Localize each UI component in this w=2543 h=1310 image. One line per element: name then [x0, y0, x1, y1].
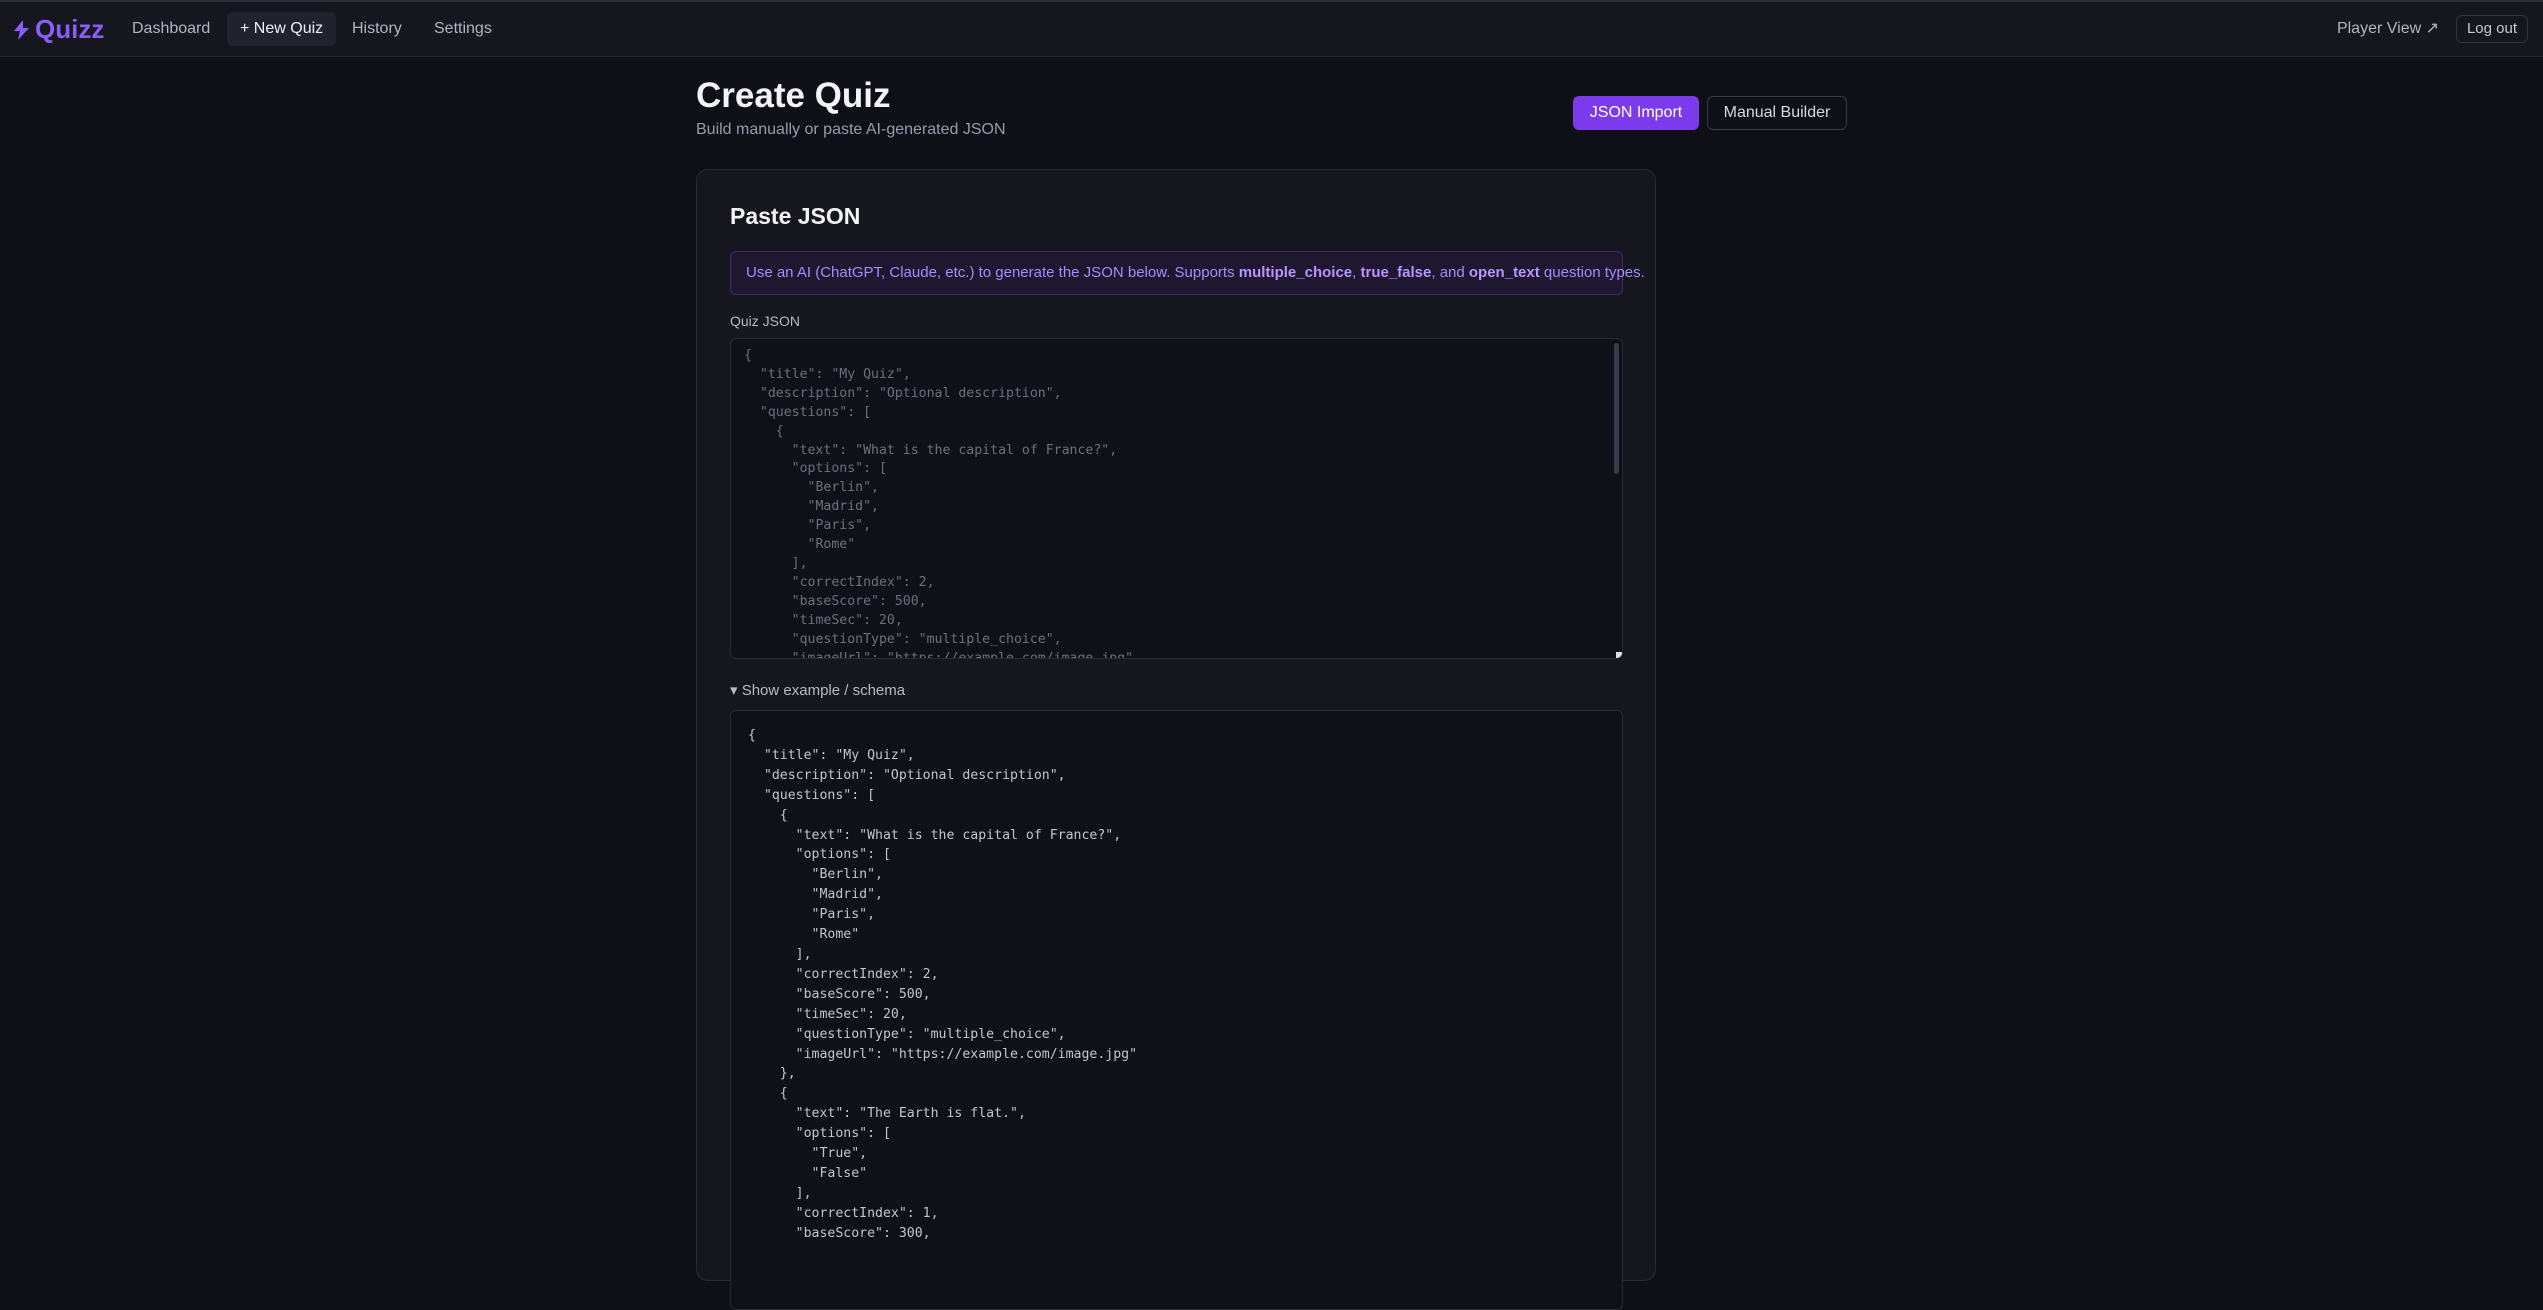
json-import-button[interactable]: JSON Import	[1573, 96, 1699, 130]
top-navbar: Quizz Dashboard + New Quiz History Setti…	[0, 2, 2543, 57]
nav-new-quiz[interactable]: + New Quiz	[227, 12, 337, 46]
player-view-link[interactable]: Player View ↗	[2337, 12, 2439, 46]
show-example-toggle[interactable]: ▾ Show example / schema	[730, 681, 905, 699]
nav-dashboard[interactable]: Dashboard	[119, 12, 223, 46]
page-title: Create Quiz	[696, 76, 891, 115]
info-banner: Use an AI (ChatGPT, Claude, etc.) to gen…	[730, 251, 1645, 295]
textarea-scrollbar[interactable]	[1614, 343, 1619, 474]
quiz-json-textarea[interactable]: { "title": "My Quiz", "description": "Op…	[730, 338, 1623, 659]
textarea-resize-handle[interactable]	[1616, 652, 1622, 658]
paste-json-card: Paste JSON Use an AI (ChatGPT, Claude, e…	[696, 169, 1656, 1310]
example-json-code: { "title": "My Quiz", "description": "Op…	[748, 728, 1138, 1241]
brand-logo[interactable]: Quizz	[14, 14, 104, 45]
json-placeholder-text: { "title": "My Quiz", "description": "Op…	[744, 348, 1134, 659]
info-text-prefix: Use an AI (ChatGPT, Claude, etc.) to gen…	[746, 264, 1239, 281]
card-title: Paste JSON	[730, 203, 861, 229]
logout-button[interactable]: Log out	[2455, 15, 2528, 43]
page-subtitle: Build manually or paste AI-generated JSO…	[696, 121, 1006, 138]
type-multiple-choice: multiple_choice	[1238, 264, 1353, 281]
info-sep-2: , and	[1431, 264, 1469, 281]
info-text-suffix: question types.	[1539, 264, 1645, 281]
lightning-bolt-icon	[14, 19, 29, 40]
quiz-json-label: Quiz JSON	[730, 313, 801, 329]
example-schema-block: { "title": "My Quiz", "description": "Op…	[730, 710, 1623, 1310]
nav-history[interactable]: History	[339, 12, 415, 46]
brand-name: Quizz	[35, 14, 105, 44]
manual-builder-button[interactable]: Manual Builder	[1707, 96, 1847, 130]
type-true-false: true_false	[1360, 264, 1432, 281]
type-open-text: open_text	[1468, 264, 1540, 281]
nav-settings[interactable]: Settings	[421, 12, 505, 46]
